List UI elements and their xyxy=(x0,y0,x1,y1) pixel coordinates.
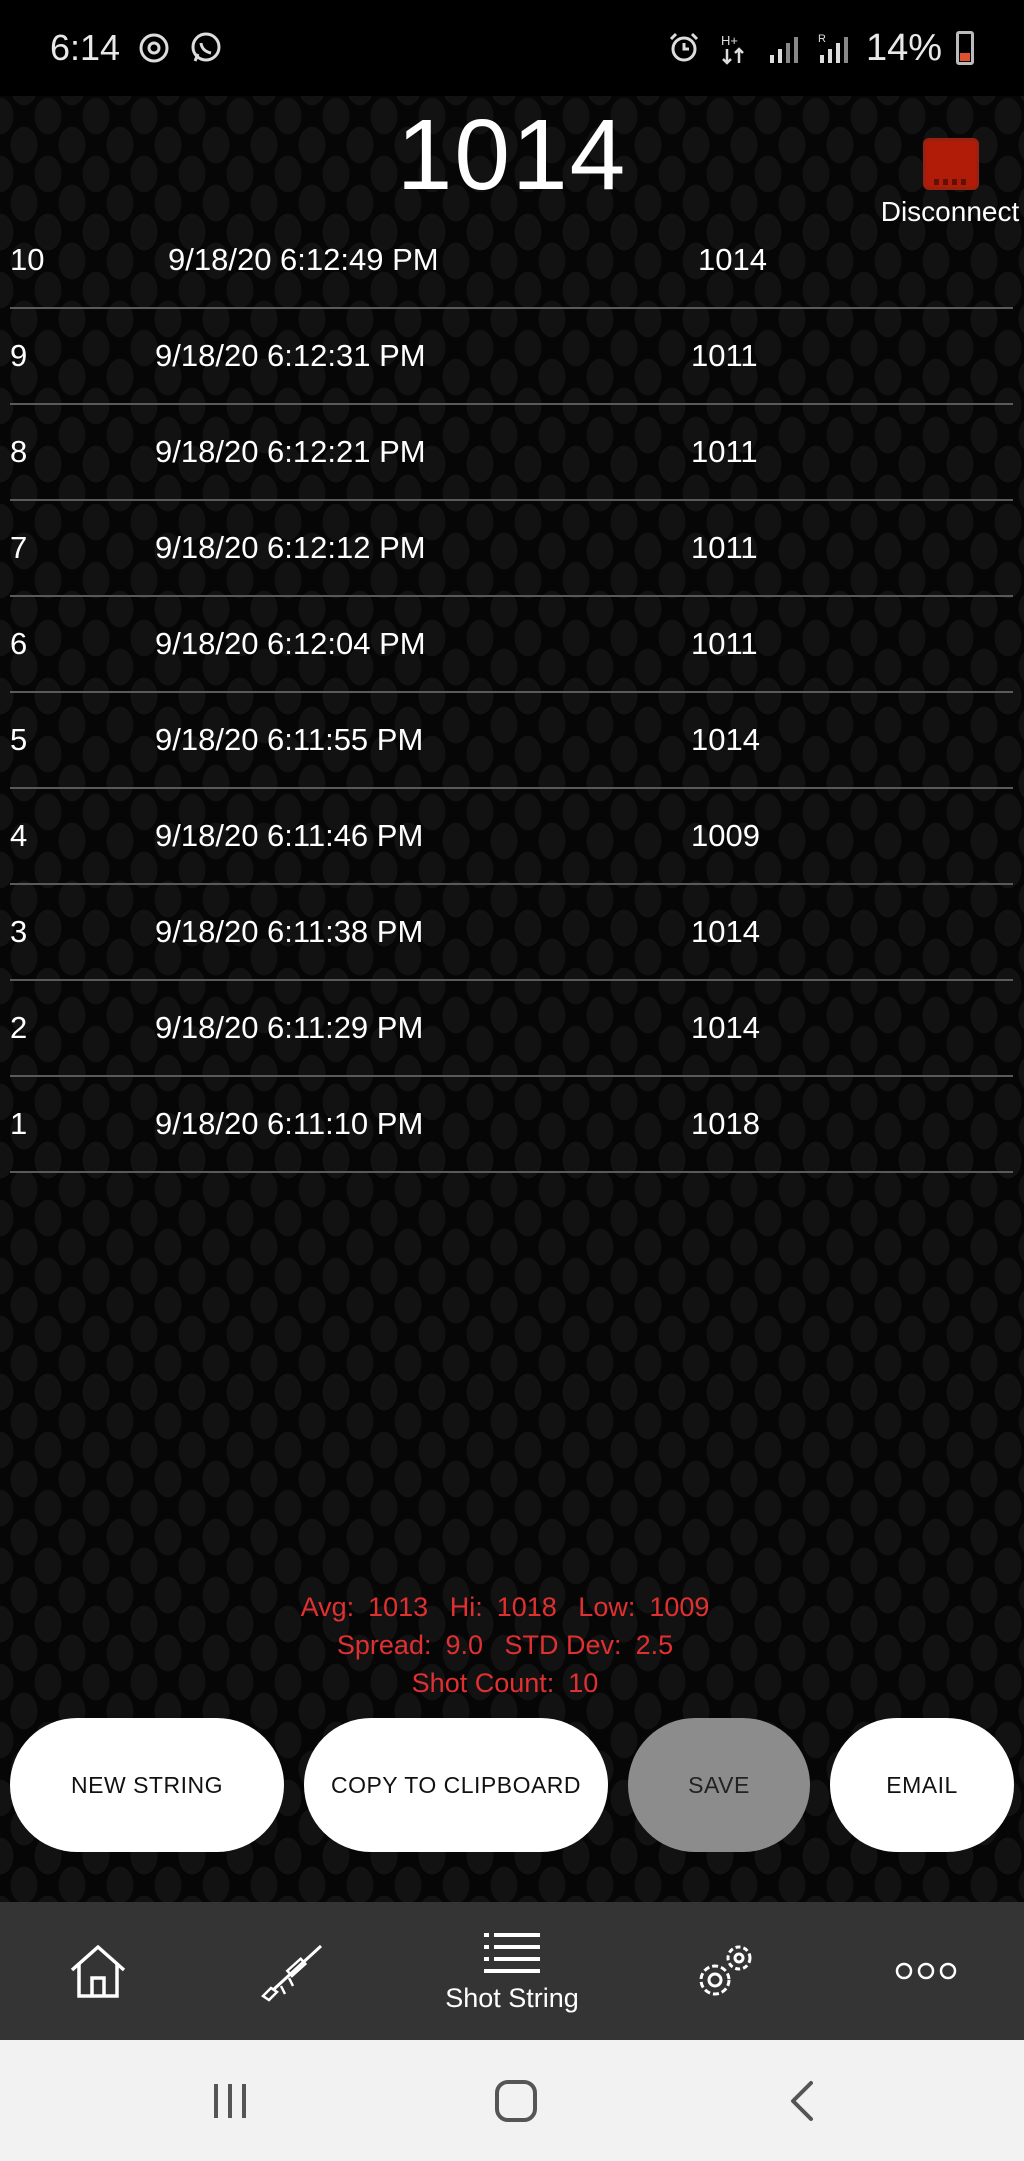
shot-number: 1 xyxy=(10,1106,28,1141)
back-button[interactable] xyxy=(742,2040,862,2161)
nav-settings[interactable] xyxy=(676,1902,776,2040)
sync-icon xyxy=(136,30,172,66)
status-bar: 6:14 H+ R 14% xyxy=(0,0,1024,96)
alarm-icon xyxy=(666,30,702,66)
gears-icon xyxy=(699,1945,752,1996)
battery-percent: 14% xyxy=(865,26,942,69)
shot-list[interactable]: 10 9/18/20 6:12:49 PM 1014 9 9/18/20 6:1… xyxy=(10,213,1013,1173)
battery-icon xyxy=(956,31,974,65)
shot-time: 9/18/20 6:11:46 PM xyxy=(155,818,424,853)
shot-time: 9/18/20 6:11:10 PM xyxy=(155,1106,424,1141)
data-transfer-icon: H+ xyxy=(716,30,752,66)
shot-number: 8 xyxy=(10,434,28,469)
table-row[interactable]: 5 9/18/20 6:11:55 PM 1014 xyxy=(10,693,1013,789)
table-row[interactable]: 7 9/18/20 6:12:12 PM 1011 xyxy=(10,501,1013,597)
shot-velocity: 1011 xyxy=(691,434,758,469)
stats-line-2: Spread: 9.0 STD Dev: 2.5 xyxy=(0,1626,1024,1664)
svg-text:R: R xyxy=(818,33,826,45)
list-icon xyxy=(484,1932,540,1973)
shot-velocity: 1011 xyxy=(691,338,758,373)
shot-time: 9/18/20 6:11:38 PM xyxy=(155,914,424,949)
new-string-button[interactable]: NEW STRING xyxy=(10,1718,284,1852)
table-row[interactable]: 8 9/18/20 6:12:21 PM 1011 xyxy=(10,405,1013,501)
whatsapp-icon xyxy=(188,30,224,66)
shot-velocity: 1018 xyxy=(691,1106,760,1141)
avg-label: Avg: xyxy=(300,1592,355,1622)
low-value: 1009 xyxy=(649,1592,710,1622)
table-row[interactable]: 2 9/18/20 6:11:29 PM 1014 xyxy=(10,981,1013,1077)
shot-number: 10 xyxy=(10,242,45,277)
table-row[interactable]: 3 9/18/20 6:11:38 PM 1014 xyxy=(10,885,1013,981)
table-row[interactable]: 1 9/18/20 6:11:10 PM 1018 xyxy=(10,1077,1013,1173)
back-icon xyxy=(791,2080,813,2121)
shot-time: 9/18/20 6:12:49 PM xyxy=(168,242,439,277)
shot-velocity: 1011 xyxy=(691,530,758,565)
system-nav-bar xyxy=(0,2040,1024,2161)
nav-home[interactable] xyxy=(48,1902,148,2040)
chronograph-icon[interactable] xyxy=(923,138,979,190)
stats-line-3: Shot Count: 10 xyxy=(0,1664,1024,1702)
spread-value: 9.0 xyxy=(445,1630,484,1660)
shot-number: 3 xyxy=(10,914,28,949)
table-row[interactable]: 4 9/18/20 6:11:46 PM 1009 xyxy=(10,789,1013,885)
signal-roaming-icon: R xyxy=(816,30,852,66)
std-dev-value: 2.5 xyxy=(635,1630,674,1660)
home-system-button[interactable] xyxy=(456,2040,576,2161)
shot-count-label: Shot Count: xyxy=(411,1668,555,1698)
signal-icon xyxy=(766,30,802,66)
more-icon xyxy=(895,1962,957,1980)
shot-time: 9/18/20 6:12:21 PM xyxy=(155,434,426,469)
recents-icon xyxy=(214,2083,246,2118)
status-time: 6:14 xyxy=(50,27,121,68)
nav-shot-string-label: Shot String xyxy=(445,1982,579,2013)
shot-velocity: 1014 xyxy=(691,914,760,949)
table-row[interactable]: 9 9/18/20 6:12:31 PM 1011 xyxy=(10,309,1013,405)
nav-more[interactable] xyxy=(876,1902,976,2040)
spread-label: Spread: xyxy=(336,1630,432,1660)
shot-time: 9/18/20 6:12:31 PM xyxy=(155,338,426,373)
statistics-summary: Avg: 1013 Hi: 1018 Low: 1009 Spread: 9.0 STD… xyxy=(0,1588,1024,1702)
shot-number: 5 xyxy=(10,722,28,757)
shot-velocity: 1014 xyxy=(691,722,760,757)
table-row[interactable]: 6 9/18/20 6:12:04 PM 1011 xyxy=(10,597,1013,693)
shot-velocity: 1011 xyxy=(691,626,758,661)
shot-number: 6 xyxy=(10,626,28,661)
avg-value: 1013 xyxy=(368,1592,429,1622)
hi-value: 1018 xyxy=(496,1592,557,1622)
shot-time: 9/18/20 6:12:12 PM xyxy=(155,530,426,565)
shot-count-value: 10 xyxy=(568,1668,599,1698)
copy-to-clipboard-button[interactable]: COPY TO CLIPBOARD xyxy=(304,1718,608,1852)
save-button[interactable]: SAVE xyxy=(628,1718,810,1852)
shot-velocity: 1014 xyxy=(698,242,767,277)
bottom-nav: Shot String xyxy=(0,1902,1024,2040)
recents-button[interactable] xyxy=(170,2040,290,2161)
home-icon xyxy=(70,1945,126,1998)
hi-label: Hi: xyxy=(449,1592,483,1622)
nav-rifle[interactable] xyxy=(244,1902,344,2040)
shot-velocity: 1014 xyxy=(691,1010,760,1045)
current-reading: 1014 xyxy=(396,99,628,211)
shot-velocity: 1009 xyxy=(691,818,760,853)
low-label: Low: xyxy=(578,1592,636,1622)
shot-time: 9/18/20 6:11:29 PM xyxy=(155,1010,424,1045)
rifle-icon xyxy=(261,1944,323,2002)
shot-time: 9/18/20 6:12:04 PM xyxy=(155,626,426,661)
home-square-icon xyxy=(495,2079,537,2122)
nav-shot-string[interactable]: Shot String xyxy=(410,1902,614,2040)
shot-number: 9 xyxy=(10,338,28,373)
table-row[interactable]: 10 9/18/20 6:12:49 PM 1014 xyxy=(10,213,1013,309)
shot-time: 9/18/20 6:11:55 PM xyxy=(155,722,424,757)
stats-line-1: Avg: 1013 Hi: 1018 Low: 1009 xyxy=(0,1588,1024,1626)
shot-number: 4 xyxy=(10,818,28,853)
svg-text:H+: H+ xyxy=(721,33,738,48)
std-dev-label: STD Dev: xyxy=(504,1630,622,1660)
shot-number: 2 xyxy=(10,1010,28,1045)
email-button[interactable]: EMAIL xyxy=(830,1718,1014,1852)
shot-number: 7 xyxy=(10,530,28,565)
